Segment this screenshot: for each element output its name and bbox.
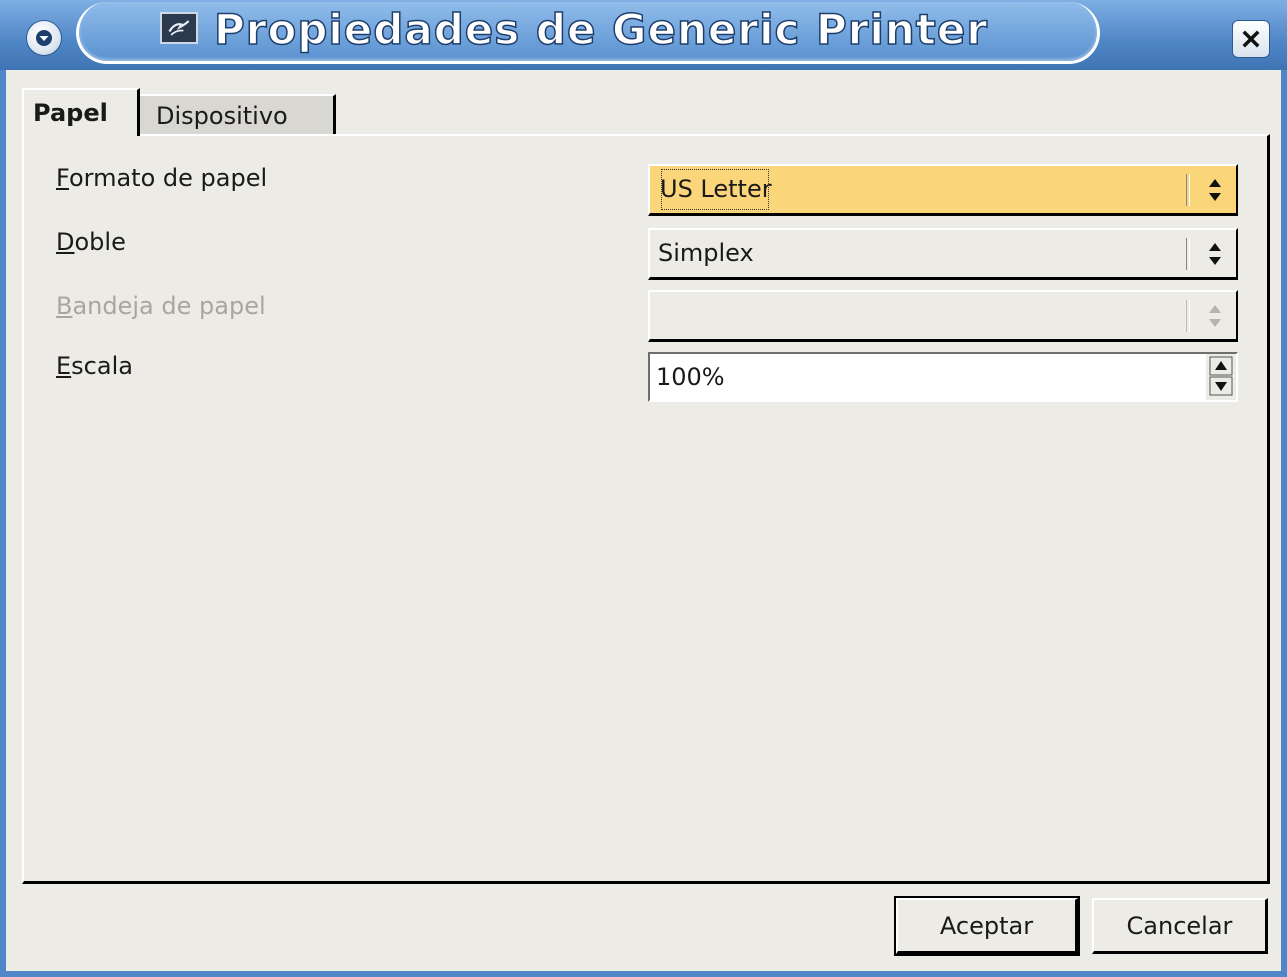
window-title: Propiedades de Generic Printer bbox=[213, 4, 989, 55]
chevron-down-icon bbox=[36, 30, 52, 46]
combo-separator bbox=[1186, 300, 1190, 332]
paper-tray-label-rest: andeja de papel bbox=[72, 292, 266, 320]
printer-app-icon bbox=[160, 12, 198, 44]
duplex-select[interactable]: Simplex bbox=[648, 228, 1238, 280]
scale-value[interactable]: 100% bbox=[656, 354, 725, 400]
up-down-arrows-icon bbox=[1209, 179, 1221, 201]
window-menu-button[interactable] bbox=[26, 20, 62, 56]
paper-tray-mnemonic: B bbox=[56, 292, 73, 320]
paper-tray-select bbox=[648, 290, 1238, 342]
paper-format-select[interactable]: US Letter bbox=[648, 164, 1238, 216]
duplex-mnemonic: D bbox=[56, 228, 75, 256]
scale-spin-buttons[interactable] bbox=[1204, 354, 1236, 400]
scale-label: Escala bbox=[56, 352, 133, 380]
ok-button[interactable]: Aceptar bbox=[894, 896, 1080, 956]
tab-dispositivo[interactable]: Dispositivo bbox=[138, 94, 336, 138]
title-bar[interactable]: Propiedades de Generic Printer bbox=[0, 0, 1287, 70]
combo-separator bbox=[1186, 238, 1190, 270]
duplex-label-rest: oble bbox=[74, 228, 126, 256]
paper-format-label: Formato de papel bbox=[56, 164, 267, 192]
duplex-label: Doble bbox=[56, 228, 126, 256]
spin-arrows-icon[interactable] bbox=[1209, 356, 1233, 396]
paper-tray-label: Bandeja de papel bbox=[56, 292, 266, 320]
tab-papel[interactable]: Papel bbox=[22, 88, 140, 136]
scale-spinbox[interactable]: 100% bbox=[648, 352, 1238, 402]
close-icon bbox=[1242, 30, 1260, 48]
combo-separator bbox=[1186, 174, 1190, 206]
paper-format-label-rest: ormato de papel bbox=[68, 164, 268, 192]
up-down-arrows-icon bbox=[1209, 305, 1221, 327]
up-down-arrows-icon bbox=[1209, 243, 1221, 265]
duplex-value: Simplex bbox=[658, 239, 754, 267]
paper-format-mnemonic: F bbox=[56, 164, 69, 192]
paper-format-value: US Letter bbox=[658, 166, 772, 213]
close-button[interactable] bbox=[1232, 20, 1270, 58]
scale-mnemonic: E bbox=[56, 352, 72, 380]
scale-label-rest: scala bbox=[71, 352, 133, 380]
cancel-button[interactable]: Cancelar bbox=[1092, 898, 1268, 954]
